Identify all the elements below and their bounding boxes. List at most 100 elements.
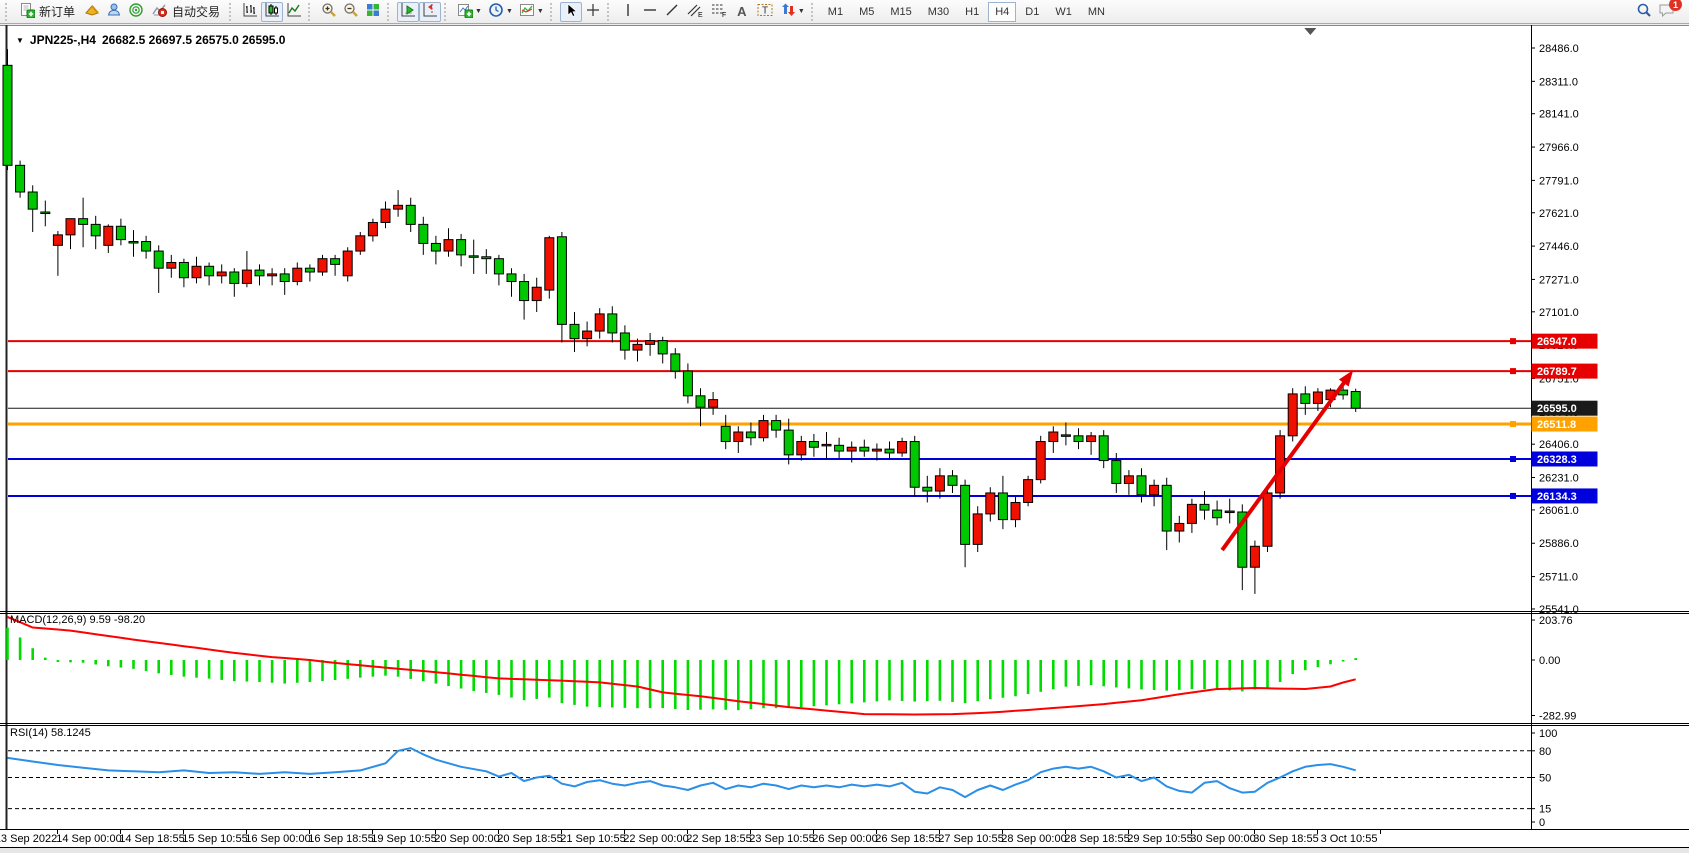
market-book-icon bbox=[84, 2, 100, 21]
tile-windows-icon bbox=[365, 2, 381, 21]
svg-text:23 Sep 10:55: 23 Sep 10:55 bbox=[749, 833, 814, 845]
cursor-button[interactable] bbox=[560, 2, 582, 22]
timeframe-button-mn[interactable]: MN bbox=[1081, 2, 1112, 22]
new-order-label: 新订单 bbox=[39, 3, 75, 20]
timeframe-button-m5[interactable]: M5 bbox=[852, 2, 881, 22]
chart-shift-button[interactable] bbox=[419, 2, 441, 22]
svg-text:-282.99: -282.99 bbox=[1539, 710, 1576, 722]
svg-text:13 Sep 2022: 13 Sep 2022 bbox=[0, 833, 57, 845]
vertical-line-button[interactable] bbox=[617, 2, 639, 22]
svg-text:100: 100 bbox=[1539, 728, 1557, 740]
svg-text:T: T bbox=[762, 6, 768, 17]
svg-text:26134.3: 26134.3 bbox=[1537, 491, 1577, 503]
toolbar-grip[interactable] bbox=[387, 3, 393, 21]
templates-button[interactable]: ▼ bbox=[516, 2, 547, 22]
line-chart-button[interactable] bbox=[283, 2, 305, 22]
zoom-out-button[interactable] bbox=[340, 2, 362, 22]
candlestick-chart-icon bbox=[264, 2, 280, 21]
toolbar-grip[interactable] bbox=[308, 3, 314, 21]
svg-text:22 Sep 18:55: 22 Sep 18:55 bbox=[686, 833, 751, 845]
market-watch-button[interactable] bbox=[103, 2, 125, 22]
chart-window[interactable]: 28486.028311.028141.027966.027791.027621… bbox=[0, 25, 1689, 853]
svg-text:F: F bbox=[722, 12, 726, 18]
crosshair-button[interactable] bbox=[582, 2, 604, 22]
svg-text:14 Sep 00:00: 14 Sep 00:00 bbox=[56, 833, 121, 845]
timeframe-button-m1[interactable]: M1 bbox=[821, 2, 850, 22]
notification-badge: 1 bbox=[1669, 0, 1682, 11]
svg-text:27621.0: 27621.0 bbox=[1539, 208, 1579, 220]
periods-clock-icon bbox=[488, 2, 504, 21]
svg-text:26 Sep 00:00: 26 Sep 00:00 bbox=[812, 833, 877, 845]
toolbar-grip[interactable] bbox=[607, 3, 613, 21]
fibonacci-button[interactable]: F bbox=[707, 2, 731, 22]
chart-canvas[interactable]: 28486.028311.028141.027966.027791.027621… bbox=[0, 25, 1689, 853]
svg-text:22 Sep 00:00: 22 Sep 00:00 bbox=[623, 833, 688, 845]
indicators-icon bbox=[457, 2, 473, 21]
market-book-button[interactable] bbox=[81, 2, 103, 22]
templates-icon bbox=[519, 2, 535, 21]
svg-text:30 Sep 18:55: 30 Sep 18:55 bbox=[1253, 833, 1318, 845]
svg-text:28311.0: 28311.0 bbox=[1539, 76, 1578, 88]
tile-windows-button[interactable] bbox=[362, 2, 384, 22]
svg-text:21 Sep 10:55: 21 Sep 10:55 bbox=[560, 833, 625, 845]
toolbar-grip[interactable] bbox=[811, 3, 817, 21]
autotrading-button[interactable]: 自动交易 bbox=[147, 2, 226, 22]
signals-button[interactable] bbox=[125, 2, 147, 22]
new-order-icon bbox=[19, 2, 35, 21]
svg-text:203.76: 203.76 bbox=[1539, 615, 1573, 627]
svg-text:26595.0: 26595.0 bbox=[1537, 403, 1577, 415]
svg-text:26947.0: 26947.0 bbox=[1537, 336, 1577, 348]
autotrading-label: 自动交易 bbox=[172, 3, 220, 20]
svg-text:19 Sep 10:55: 19 Sep 10:55 bbox=[371, 833, 436, 845]
timeframe-button-h1[interactable]: H1 bbox=[958, 2, 986, 22]
svg-text:26231.0: 26231.0 bbox=[1539, 473, 1579, 485]
toolbar-grip[interactable] bbox=[550, 3, 556, 21]
notifications-button[interactable]: 1 bbox=[1655, 2, 1679, 22]
toolbar-grip[interactable] bbox=[5, 3, 11, 21]
auto-scroll-icon bbox=[400, 2, 416, 21]
svg-text:26061.0: 26061.0 bbox=[1539, 505, 1579, 517]
arrows-dropdown-arrow[interactable]: ▼ bbox=[798, 8, 805, 15]
bar-chart-button[interactable] bbox=[239, 2, 261, 22]
trading-terminal-window: 新订单 bbox=[0, 0, 1689, 853]
toolbar-grip[interactable] bbox=[444, 3, 450, 21]
text-button[interactable]: A bbox=[731, 2, 753, 22]
trendline-button[interactable] bbox=[661, 2, 683, 22]
arrows-button[interactable]: ▼ bbox=[777, 2, 808, 22]
svg-text:27271.0: 27271.0 bbox=[1539, 274, 1579, 286]
new-order-button[interactable]: 新订单 bbox=[15, 2, 81, 22]
zoom-in-button[interactable] bbox=[318, 2, 340, 22]
indicators-button[interactable]: ▼ bbox=[454, 2, 485, 22]
timeframe-button-w1[interactable]: W1 bbox=[1048, 2, 1079, 22]
templates-dropdown-arrow[interactable]: ▼ bbox=[537, 8, 544, 15]
svg-text:27101.0: 27101.0 bbox=[1539, 307, 1579, 319]
market-watch-icon bbox=[106, 2, 122, 21]
cursor-icon bbox=[563, 2, 579, 21]
search-button[interactable] bbox=[1633, 2, 1655, 22]
horizontal-line-button[interactable] bbox=[639, 2, 661, 22]
svg-text:28141.0: 28141.0 bbox=[1539, 109, 1579, 121]
periods-dropdown-arrow[interactable]: ▼ bbox=[506, 8, 513, 15]
timeframe-button-m15[interactable]: M15 bbox=[883, 2, 918, 22]
svg-text:26406.0: 26406.0 bbox=[1539, 439, 1579, 451]
auto-scroll-button[interactable] bbox=[397, 2, 419, 22]
toolbar-grip[interactable] bbox=[229, 3, 235, 21]
indicators-dropdown-arrow[interactable]: ▼ bbox=[475, 8, 482, 15]
timeframe-button-h4[interactable]: H4 bbox=[988, 2, 1016, 22]
timeframe-button-d1[interactable]: D1 bbox=[1018, 2, 1046, 22]
crosshair-icon bbox=[585, 2, 601, 21]
svg-text:25886.0: 25886.0 bbox=[1539, 538, 1579, 550]
chat-bubble-icon: 1 bbox=[1658, 2, 1676, 21]
text-label-button[interactable]: T bbox=[753, 2, 777, 22]
svg-text:16 Sep 18:55: 16 Sep 18:55 bbox=[308, 833, 373, 845]
svg-text:0: 0 bbox=[1539, 817, 1545, 829]
svg-text:50: 50 bbox=[1539, 773, 1551, 785]
svg-text:16 Sep 00:00: 16 Sep 00:00 bbox=[245, 833, 310, 845]
search-icon bbox=[1636, 2, 1652, 21]
arrows-icon bbox=[780, 2, 796, 21]
equidistant-channel-button[interactable]: E bbox=[683, 2, 707, 22]
candlestick-chart-button[interactable] bbox=[261, 2, 283, 22]
timeframe-button-m30[interactable]: M30 bbox=[921, 2, 956, 22]
periods-button[interactable]: ▼ bbox=[485, 2, 516, 22]
svg-text:27 Sep 10:55: 27 Sep 10:55 bbox=[938, 833, 1003, 845]
